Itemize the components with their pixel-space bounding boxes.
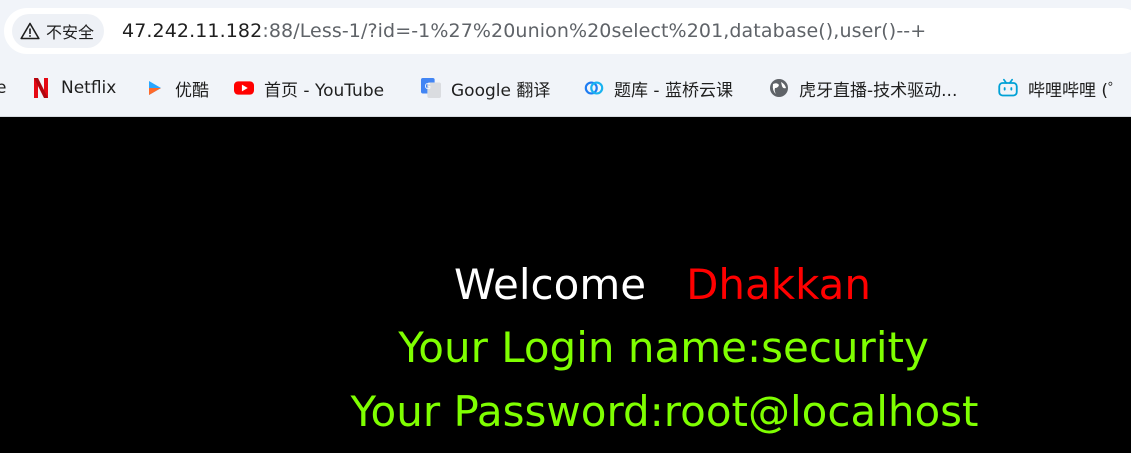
bookmark-lanqiao[interactable]: 题库 - 蓝桥云课 <box>584 76 733 101</box>
page-content: Welcome Dhakkan Your Login name:security … <box>0 117 1131 453</box>
bookmark-label: Google 翻译 <box>451 80 551 101</box>
bookmark-partial[interactable]: e <box>0 76 6 100</box>
youku-icon <box>145 78 165 98</box>
browser-chrome: 不安全 47.242.11.182:88/Less-1/?id=-1%27%20… <box>0 0 1131 117</box>
bookmark-netflix[interactable]: Netflix <box>31 76 116 100</box>
bookmark-google-translate[interactable]: G Google 翻译 <box>421 76 551 101</box>
security-indicator[interactable]: 不安全 <box>12 14 105 48</box>
bookmark-label: 题库 - 蓝桥云课 <box>614 80 733 101</box>
url-text[interactable]: 47.242.11.182:88/Less-1/?id=-1%27%20unio… <box>122 20 926 42</box>
warning-icon <box>20 22 40 40</box>
bookmark-label: e <box>0 78 7 98</box>
login-name-line: Your Login name:security <box>398 323 929 372</box>
url-path: :88/Less-1/?id=-1%27%20union%20select%20… <box>262 20 927 42</box>
bookmark-youku[interactable]: 优酷 <box>145 76 209 101</box>
svg-text:G: G <box>425 81 431 91</box>
netflix-icon <box>31 78 51 98</box>
bilibili-icon <box>998 78 1018 98</box>
security-label: 不安全 <box>46 23 95 42</box>
password-line: Your Password:root@localhost <box>350 387 979 436</box>
address-bar[interactable]: 不安全 47.242.11.182:88/Less-1/?id=-1%27%20… <box>4 8 1131 54</box>
welcome-name: Dhakkan <box>686 260 872 309</box>
browser-toolbar: 不安全 47.242.11.182:88/Less-1/?id=-1%27%20… <box>0 0 1131 62</box>
bookmark-bilibili[interactable]: 哔哩哔哩 (゜ <box>998 76 1126 101</box>
globe-icon <box>769 78 789 98</box>
bookmark-youtube[interactable]: 首页 - YouTube <box>234 76 385 101</box>
bookmark-label: 首页 - YouTube <box>264 80 385 101</box>
bookmark-huya[interactable]: 虎牙直播-技术驱动... <box>769 76 958 101</box>
lanqiao-icon <box>584 78 604 98</box>
url-host: 47.242.11.182 <box>122 20 263 42</box>
bookmark-label: 优酷 <box>175 80 209 101</box>
welcome-line: Welcome Dhakkan <box>97 260 1131 310</box>
google-translate-icon: G <box>421 78 441 98</box>
bookmark-label: 哔哩哔哩 (゜ <box>1028 80 1126 101</box>
welcome-text: Welcome <box>453 260 647 309</box>
bookmark-label: 虎牙直播-技术驱动... <box>799 80 958 101</box>
bookmarks-bar: e Netflix 优酷 首页 - YouTube G Google 翻译 题库… <box>0 64 1131 112</box>
youtube-icon <box>234 78 254 98</box>
bookmark-label: Netflix <box>61 78 117 98</box>
